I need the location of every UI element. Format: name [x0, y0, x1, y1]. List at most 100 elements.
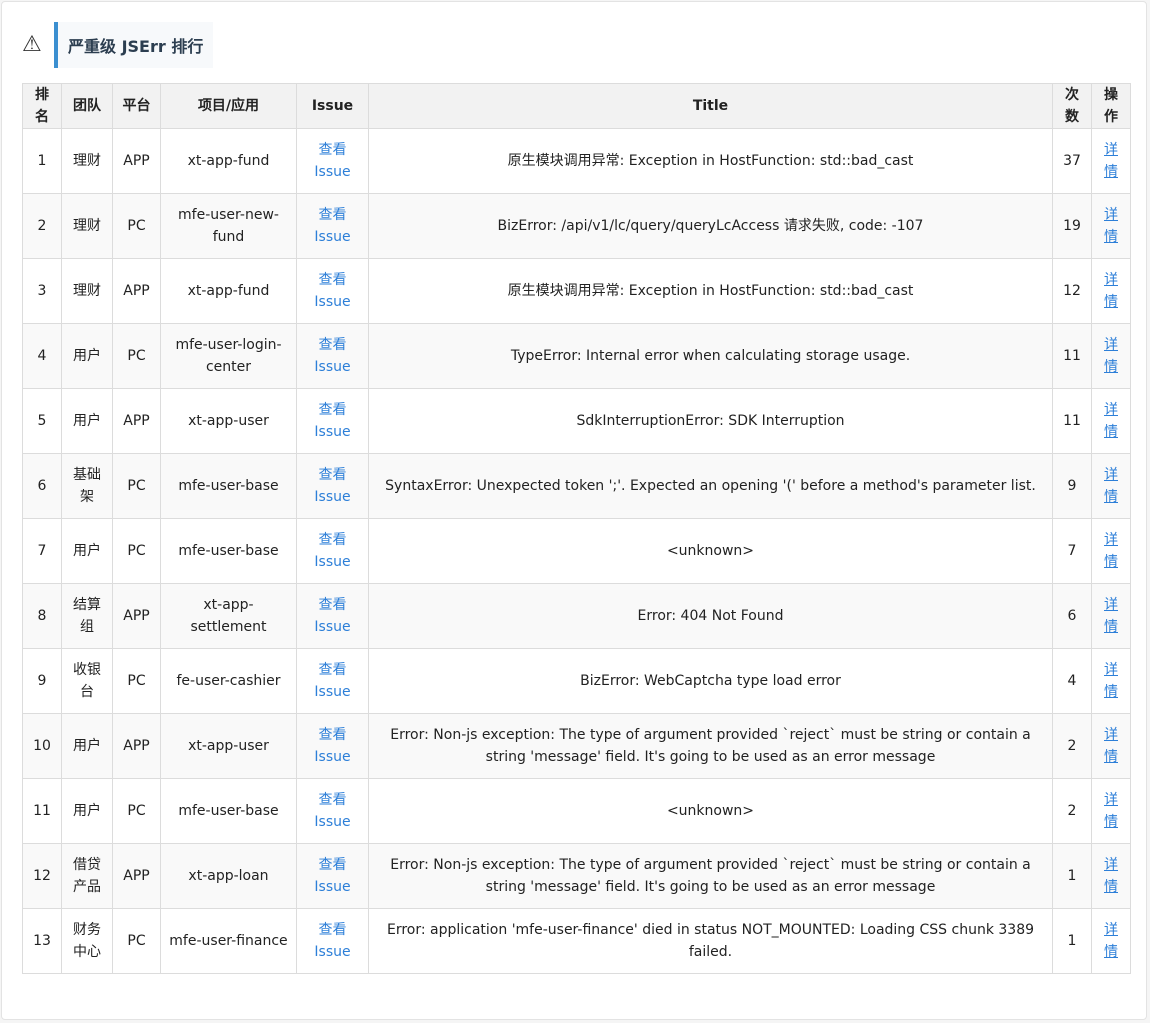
project-cell: xt-app-fund	[160, 128, 297, 194]
view-issue-link[interactable]: 查看 Issue	[314, 727, 350, 765]
view-issue-link[interactable]: 查看 Issue	[314, 402, 350, 440]
platform-cell: APP	[112, 583, 161, 649]
issue-cell: 查看 Issue	[296, 453, 369, 519]
detail-link[interactable]: 详情	[1104, 272, 1118, 310]
view-issue-link[interactable]: 查看 Issue	[314, 272, 350, 310]
view-issue-link[interactable]: 查看 Issue	[314, 467, 350, 505]
section-title: 严重级 JSErr 排行	[68, 37, 204, 56]
detail-link[interactable]: 详情	[1104, 142, 1118, 180]
count-cell: 37	[1052, 128, 1092, 194]
platform-cell: PC	[112, 193, 161, 259]
action-cell: 详情	[1091, 843, 1131, 909]
issue-cell: 查看 Issue	[296, 843, 369, 909]
table-row: 13 财务中心 PC mfe-user-finance 查看 Issue Error: a…	[22, 908, 1131, 974]
action-cell: 详情	[1091, 128, 1131, 194]
detail-link[interactable]: 详情	[1104, 207, 1118, 245]
table-row: 9 收银台 PC fe-user-cashier 查看 Issue BizError: W…	[22, 648, 1131, 714]
view-issue-link[interactable]: 查看 Issue	[314, 142, 350, 180]
count-cell: 2	[1052, 713, 1092, 779]
table-row: 10 用户 APP xt-app-user 查看 Issue Error: Non-js …	[22, 713, 1131, 779]
title-cell: 原生模块调用异常: Exception in HostFunction: std…	[368, 128, 1053, 194]
view-issue-link[interactable]: 查看 Issue	[314, 337, 350, 375]
col-header-platform: 平台	[112, 83, 161, 129]
table-body: 1 理财 APP xt-app-fund 查看 Issue 原生模块调用异常: Excep…	[22, 128, 1131, 974]
detail-link[interactable]: 详情	[1104, 532, 1118, 570]
action-cell: 详情	[1091, 778, 1131, 844]
title-cell: Error: 404 Not Found	[368, 583, 1053, 649]
action-cell: 详情	[1091, 453, 1131, 519]
count-cell: 19	[1052, 193, 1092, 259]
count-cell: 9	[1052, 453, 1092, 519]
platform-cell: APP	[112, 843, 161, 909]
platform-cell: APP	[112, 388, 161, 454]
section-title-box: 严重级 JSErr 排行	[54, 22, 214, 68]
rank-cell: 3	[22, 258, 62, 324]
platform-cell: PC	[112, 518, 161, 584]
title-cell: Error: application 'mfe-user-finance' di…	[368, 908, 1053, 974]
title-cell: SyntaxError: Unexpected token ';'. Expec…	[368, 453, 1053, 519]
rank-cell: 4	[22, 323, 62, 389]
view-issue-link[interactable]: 查看 Issue	[314, 662, 350, 700]
view-issue-link[interactable]: 查看 Issue	[314, 857, 350, 895]
action-cell: 详情	[1091, 583, 1131, 649]
platform-cell: PC	[112, 778, 161, 844]
col-header-rank: 排名	[22, 83, 62, 129]
issue-cell: 查看 Issue	[296, 713, 369, 779]
rank-cell: 9	[22, 648, 62, 714]
rank-cell: 8	[22, 583, 62, 649]
table-row: 8 结算组 APP xt-app-settlement 查看 Issue Error: 4…	[22, 583, 1131, 649]
issue-cell: 查看 Issue	[296, 388, 369, 454]
rank-cell: 2	[22, 193, 62, 259]
team-cell: 收银台	[61, 648, 113, 714]
table-row: 7 用户 PC mfe-user-base 查看 Issue <unknown> 7 详情	[22, 518, 1131, 584]
view-issue-link[interactable]: 查看 Issue	[314, 532, 350, 570]
rank-cell: 12	[22, 843, 62, 909]
issue-cell: 查看 Issue	[296, 323, 369, 389]
col-header-count: 次数	[1052, 83, 1092, 129]
title-cell: BizError: WebCaptcha type load error	[368, 648, 1053, 714]
title-cell: TypeError: Internal error when calculati…	[368, 323, 1053, 389]
rank-cell: 13	[22, 908, 62, 974]
title-cell: Error: Non-js exception: The type of arg…	[368, 713, 1053, 779]
detail-link[interactable]: 详情	[1104, 337, 1118, 375]
section-header: ⚠ 严重级 JSErr 排行	[22, 22, 214, 68]
platform-cell: APP	[112, 128, 161, 194]
project-cell: mfe-user-login-center	[160, 323, 297, 389]
team-cell: 财务中心	[61, 908, 113, 974]
rank-cell: 10	[22, 713, 62, 779]
detail-link[interactable]: 详情	[1104, 857, 1118, 895]
team-cell: 用户	[61, 323, 113, 389]
table-row: 12 借贷产品 APP xt-app-loan 查看 Issue Error: Non-j…	[22, 843, 1131, 909]
platform-cell: PC	[112, 453, 161, 519]
view-issue-link[interactable]: 查看 Issue	[314, 207, 350, 245]
platform-cell: PC	[112, 908, 161, 974]
title-cell: <unknown>	[368, 518, 1053, 584]
team-cell: 用户	[61, 518, 113, 584]
detail-link[interactable]: 详情	[1104, 727, 1118, 765]
action-cell: 详情	[1091, 323, 1131, 389]
view-issue-link[interactable]: 查看 Issue	[314, 597, 350, 635]
table-row: 5 用户 APP xt-app-user 查看 Issue SdkInterruption…	[22, 388, 1131, 454]
detail-link[interactable]: 详情	[1104, 402, 1118, 440]
detail-link[interactable]: 详情	[1104, 662, 1118, 700]
jserr-table: 排名 团队 平台 项目/应用 Issue Title 次数 操作 1 理财 APP x…	[22, 83, 1131, 974]
table-row: 6 基础架 PC mfe-user-base 查看 Issue SyntaxError: …	[22, 453, 1131, 519]
rank-cell: 6	[22, 453, 62, 519]
detail-link[interactable]: 详情	[1104, 922, 1118, 960]
rank-cell: 11	[22, 778, 62, 844]
count-cell: 4	[1052, 648, 1092, 714]
rank-cell: 5	[22, 388, 62, 454]
project-cell: mfe-user-base	[160, 518, 297, 584]
count-cell: 2	[1052, 778, 1092, 844]
view-issue-link[interactable]: 查看 Issue	[314, 792, 350, 830]
title-cell: BizError: /api/v1/lc/query/queryLcAccess…	[368, 193, 1053, 259]
col-header-team: 团队	[61, 83, 113, 129]
count-cell: 11	[1052, 388, 1092, 454]
detail-link[interactable]: 详情	[1104, 467, 1118, 505]
detail-link[interactable]: 详情	[1104, 597, 1118, 635]
view-issue-link[interactable]: 查看 Issue	[314, 922, 350, 960]
table-row: 1 理财 APP xt-app-fund 查看 Issue 原生模块调用异常: Excep…	[22, 128, 1131, 194]
project-cell: fe-user-cashier	[160, 648, 297, 714]
detail-link[interactable]: 详情	[1104, 792, 1118, 830]
col-header-issue: Issue	[296, 83, 369, 129]
